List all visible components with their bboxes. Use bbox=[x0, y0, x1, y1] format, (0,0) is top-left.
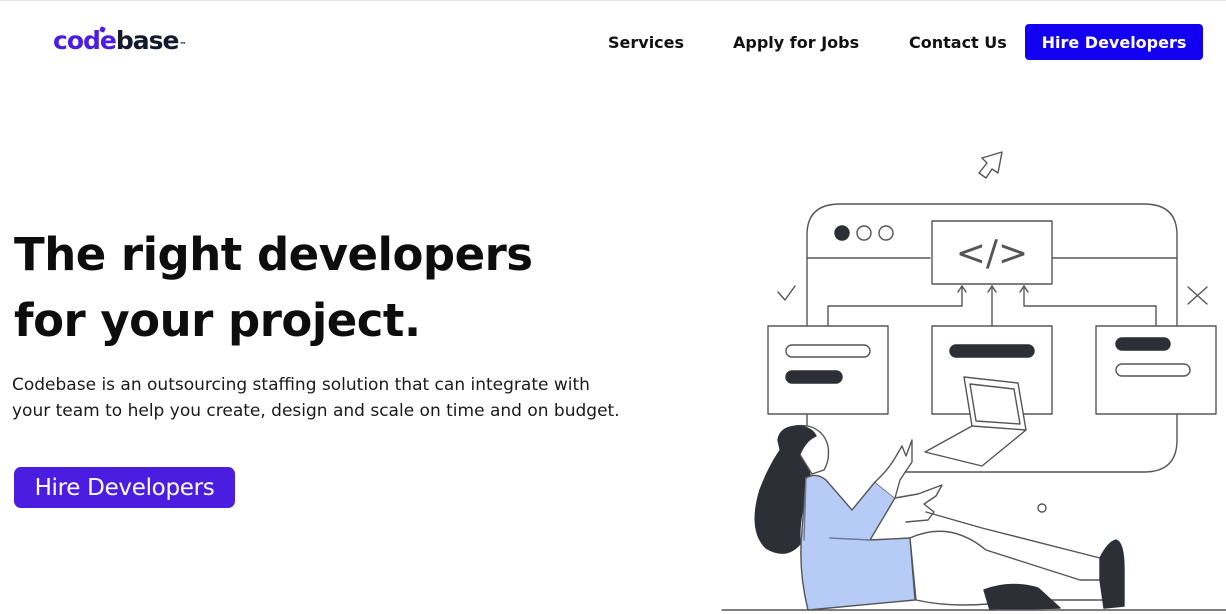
window-dot bbox=[856, 225, 872, 241]
window-dot bbox=[878, 225, 894, 241]
hero-title-line-2: for your project. bbox=[14, 294, 421, 347]
nav-hire-developers-button[interactable]: Hire Developers bbox=[1025, 24, 1203, 60]
top-border bbox=[0, 0, 1226, 1]
codebase-logo[interactable]: codebase™ bbox=[53, 26, 186, 56]
connector-lines bbox=[827, 285, 1157, 327]
hero-illustration: </> bbox=[721, 151, 1226, 611]
check-icon bbox=[777, 285, 796, 301]
hero-title-line-1: The right developers bbox=[14, 228, 533, 281]
person-figure bbox=[754, 424, 1125, 611]
card-left bbox=[767, 325, 889, 415]
cursor-arrow-icon bbox=[978, 151, 1003, 179]
logo-trademark: ™ bbox=[179, 41, 187, 49]
logo-text-code: code bbox=[53, 26, 117, 55]
card-right bbox=[1095, 325, 1217, 415]
hero-description-line-2: your team to help you create, design and… bbox=[12, 401, 620, 421]
window-dot-dark bbox=[834, 225, 850, 241]
nav-link-apply-for-jobs[interactable]: Apply for Jobs bbox=[733, 33, 859, 53]
hero-description: Codebase is an outsourcing staffing solu… bbox=[12, 372, 652, 424]
code-symbol: </> bbox=[956, 233, 1028, 274]
nav-link-services[interactable]: Services bbox=[608, 33, 684, 53]
small-circle bbox=[1037, 503, 1047, 513]
nav-link-contact-us[interactable]: Contact Us bbox=[909, 33, 1007, 53]
close-x-icon bbox=[1187, 286, 1208, 305]
logo-text-base: base bbox=[115, 26, 180, 55]
hero-description-line-1: Codebase is an outsourcing staffing solu… bbox=[12, 375, 590, 395]
hero-title: The right developers for your project. bbox=[14, 222, 533, 354]
hero-hire-developers-button[interactable]: Hire Developers bbox=[14, 467, 235, 508]
